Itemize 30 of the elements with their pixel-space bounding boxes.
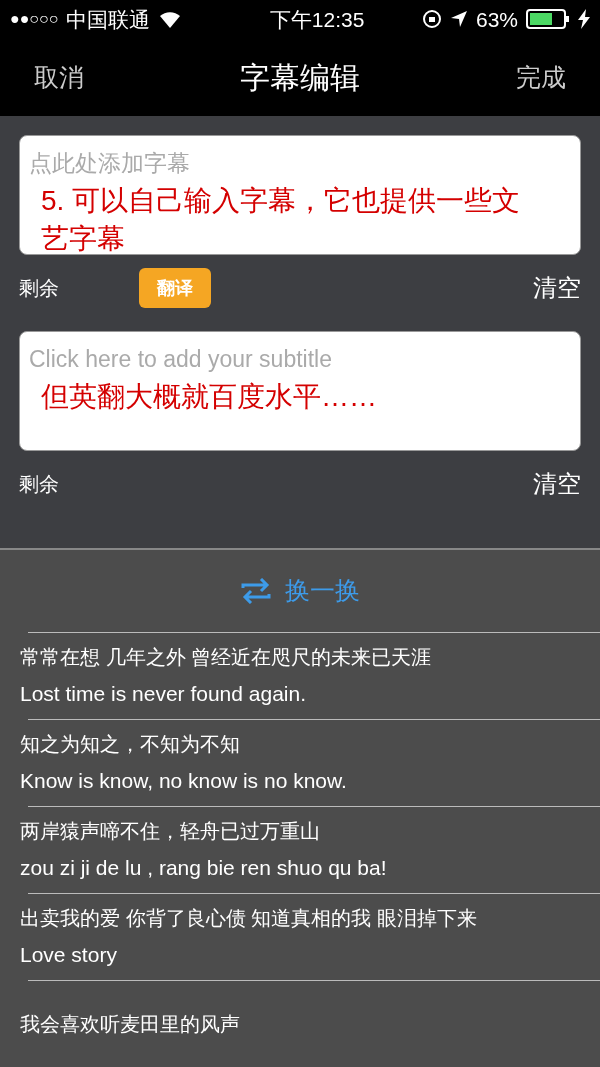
battery-percent: 63%	[475, 6, 518, 33]
subtitle-translation[interactable]: Lost time is never found again.	[20, 678, 600, 710]
done-button[interactable]: 完成	[516, 58, 566, 97]
annotation-text: 5. 可以自己输入字幕，它也提供一些文艺字幕	[41, 184, 522, 257]
subtitle-suggestion[interactable]: 知之为知之，不知为不知	[20, 729, 600, 760]
subtitle-translation[interactable]: Know is know, no know is no know.	[20, 765, 600, 797]
battery-icon	[526, 9, 570, 30]
clock-text: 下午12:35	[269, 6, 365, 33]
rotation-lock-icon	[421, 9, 442, 30]
remaining-label: 剩余	[19, 472, 59, 498]
cancel-button[interactable]: 取消	[34, 58, 84, 97]
page-title: 字幕编辑	[240, 59, 360, 96]
subtitle-suggestion[interactable]: 两岸猿声啼不住，轻舟已过万重山	[20, 816, 600, 847]
subtitle-suggestion[interactable]: 我会喜欢听麦田里的风声	[20, 1009, 600, 1039]
subtitle-translation[interactable]: Love story	[20, 939, 600, 971]
subtitle-input[interactable]: Click here to add your subtitle	[29, 344, 571, 375]
subtitle-suggestion[interactable]: 出卖我的爱 你背了良心债 知道真相的我 眼泪掉下来	[20, 903, 600, 934]
subtitle-input[interactable]: 点此处添加字幕	[29, 148, 571, 179]
clear-button[interactable]: 清空	[533, 466, 581, 503]
signal-text: ●●○○○	[10, 9, 59, 30]
carrier-text: 中国联通	[66, 6, 151, 33]
location-arrow-icon	[449, 10, 468, 29]
subtitle-suggestion[interactable]: 常常在想 几年之外 曾经近在咫尺的未来已天涯	[20, 642, 600, 673]
annotation-text: 但英翻大概就百度水平……	[41, 380, 378, 415]
remaining-label: 剩余	[19, 276, 59, 302]
clear-button[interactable]: 清空	[533, 270, 581, 307]
swap-icon	[240, 578, 271, 604]
subtitle-translation[interactable]: zou zi ji de lu , rang bie ren shuo qu ba!	[20, 852, 600, 884]
charging-bolt-icon	[578, 9, 590, 30]
wifi-icon	[158, 10, 183, 29]
